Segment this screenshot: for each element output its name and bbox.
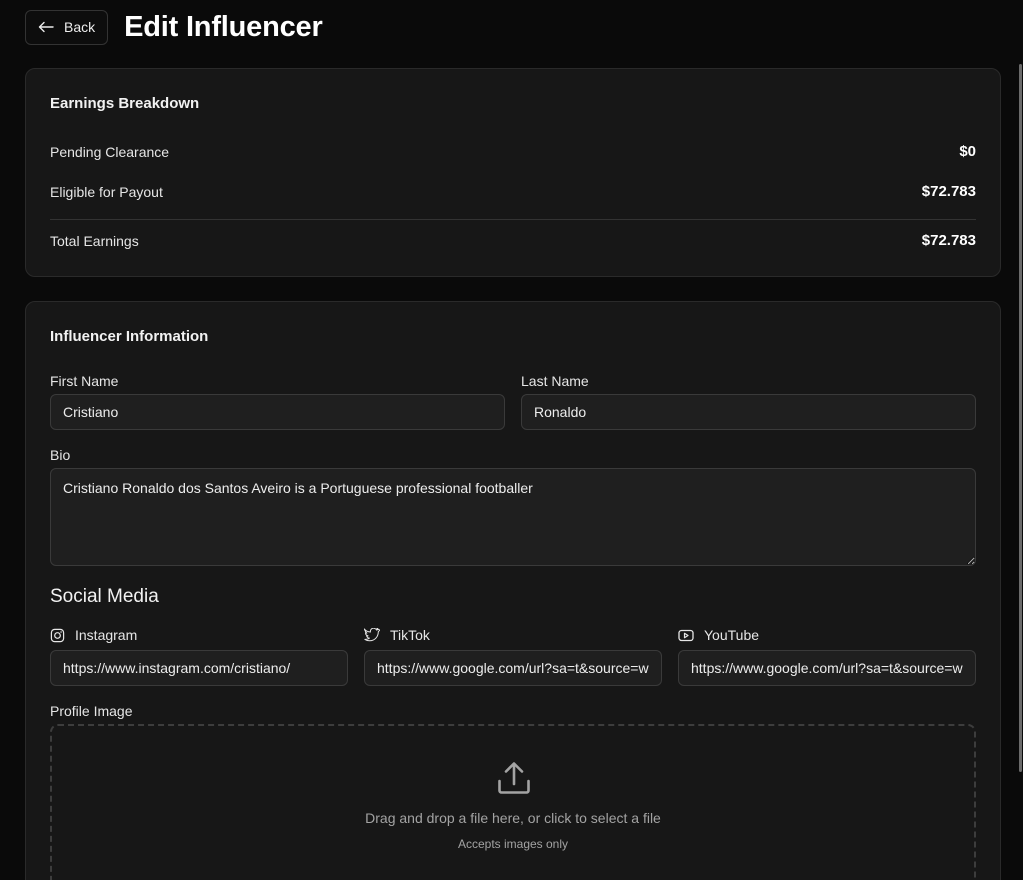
tiktok-input[interactable] (364, 650, 662, 686)
last-name-input[interactable] (521, 394, 976, 430)
dropzone-text: Drag and drop a file here, or click to s… (365, 810, 661, 826)
back-button-label: Back (64, 19, 96, 35)
influencer-info-card: Influencer Information First Name Last N… (25, 301, 1001, 880)
upload-icon (496, 760, 532, 801)
page-title: Edit Influencer (124, 10, 323, 43)
tiktok-label: TikTok (364, 627, 430, 643)
info-title: Influencer Information (50, 328, 209, 345)
eligible-value: $72.783 (921, 183, 976, 200)
earnings-title: Earnings Breakdown (50, 95, 200, 112)
twitter-bird-icon (364, 628, 380, 642)
earnings-row-total: Total Earnings $72.783 (50, 232, 976, 249)
youtube-label: YouTube (678, 627, 759, 643)
bio-label: Bio (50, 447, 71, 463)
tiktok-label-text: TikTok (390, 627, 430, 643)
earnings-row-eligible: Eligible for Payout $72.783 (50, 183, 976, 200)
page-header: Back Edit Influencer (25, 9, 323, 45)
bio-textarea[interactable]: Cristiano Ronaldo dos Santos Aveiro is a… (50, 468, 976, 566)
dropzone-subtext: Accepts images only (457, 837, 569, 851)
instagram-input[interactable] (50, 650, 348, 686)
first-name-input[interactable] (50, 394, 505, 430)
profile-image-dropzone[interactable]: Drag and drop a file here, or click to s… (50, 724, 976, 880)
pending-value: $0 (959, 143, 976, 160)
arrow-left-icon (38, 21, 54, 33)
total-label: Total Earnings (50, 232, 139, 249)
pending-label: Pending Clearance (50, 143, 170, 160)
instagram-label-text: Instagram (75, 627, 138, 643)
instagram-label: Instagram (50, 627, 137, 643)
social-media-heading: Social Media (50, 586, 159, 607)
youtube-input[interactable] (678, 650, 976, 686)
profile-image-label: Profile Image (50, 703, 133, 719)
total-value: $72.783 (921, 232, 976, 249)
first-name-label: First Name (50, 373, 119, 389)
youtube-icon (678, 629, 694, 642)
earnings-card: Earnings Breakdown Pending Clearance $0 … (25, 68, 1001, 277)
scrollbar[interactable] (1019, 64, 1022, 772)
youtube-label-text: YouTube (704, 627, 760, 643)
instagram-icon (50, 628, 65, 643)
eligible-label: Eligible for Payout (50, 183, 163, 200)
earnings-row-pending: Pending Clearance $0 (50, 143, 976, 160)
last-name-label: Last Name (521, 373, 589, 389)
back-button[interactable]: Back (25, 9, 109, 45)
earnings-divider (50, 219, 976, 220)
edit-influencer-page: Back Edit Influencer Earnings Breakdown … (0, 0, 1023, 880)
